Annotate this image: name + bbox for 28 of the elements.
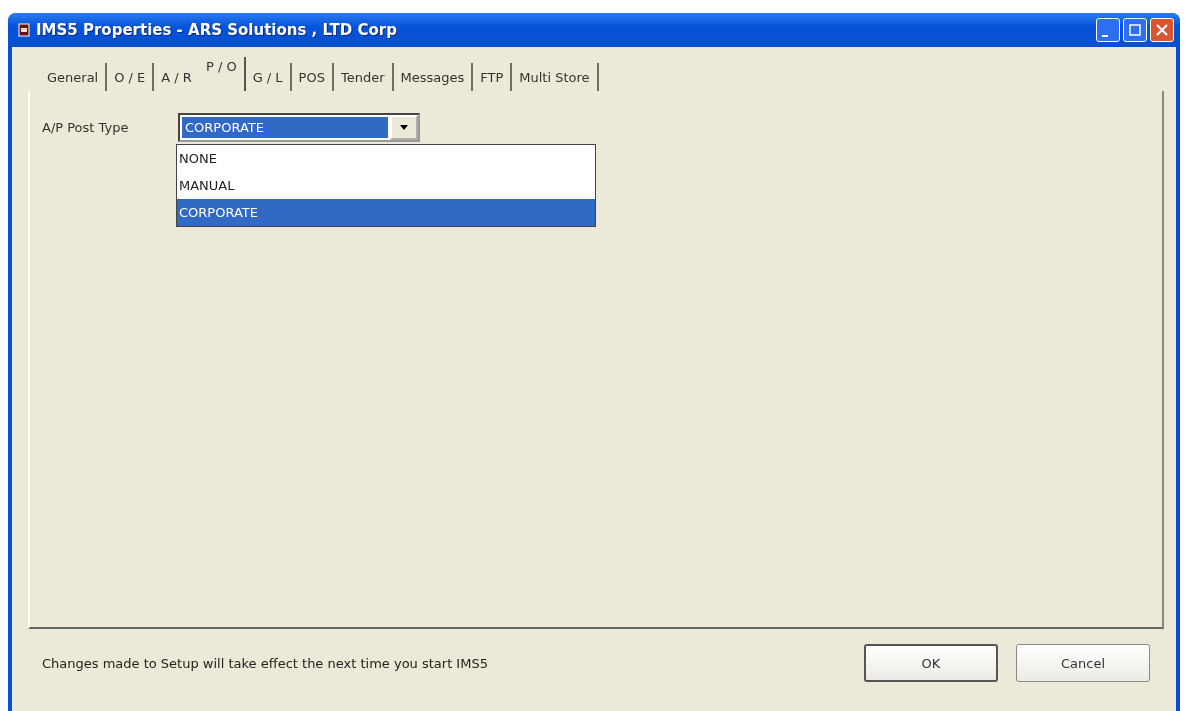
close-button[interactable] (1150, 18, 1174, 42)
dropdown-button[interactable] (390, 115, 418, 140)
maximize-button[interactable] (1123, 18, 1147, 42)
tab[interactable]: Multi Store (512, 63, 599, 91)
tab[interactable]: G / L (245, 63, 292, 91)
list-option[interactable]: CORPORATE (177, 199, 595, 226)
status-text: Changes made to Setup will take effect the next time you start IMS5 (42, 655, 489, 671)
tab[interactable]: Messages (393, 63, 474, 91)
caret-icon (400, 125, 408, 130)
maximize-icon (1129, 24, 1141, 36)
ok-button[interactable]: OK (864, 644, 998, 682)
minimize-button[interactable] (1096, 18, 1120, 42)
minimize-icon (1102, 35, 1108, 37)
tab[interactable]: General (40, 63, 108, 91)
tab[interactable]: POS (291, 63, 334, 91)
tab[interactable]: A / R (154, 63, 199, 91)
window-title: IMS5 Properties - ARS Solutions , LTD Corp (36, 21, 398, 39)
close-icon (1156, 24, 1168, 36)
tab[interactable]: O / E (107, 63, 155, 91)
cancel-button[interactable]: Cancel (1016, 644, 1150, 682)
dropdown-value: CORPORATE (182, 117, 388, 138)
dropdown-field[interactable]: CORPORATE (178, 113, 420, 142)
list-option[interactable]: MANUAL (177, 172, 595, 199)
tab[interactable]: Tender (333, 63, 394, 91)
app-icon (18, 23, 30, 37)
tab[interactable]: FTP (473, 63, 513, 91)
list-option[interactable]: NONE (177, 145, 595, 172)
field-label: A/P Post Type (42, 120, 130, 135)
